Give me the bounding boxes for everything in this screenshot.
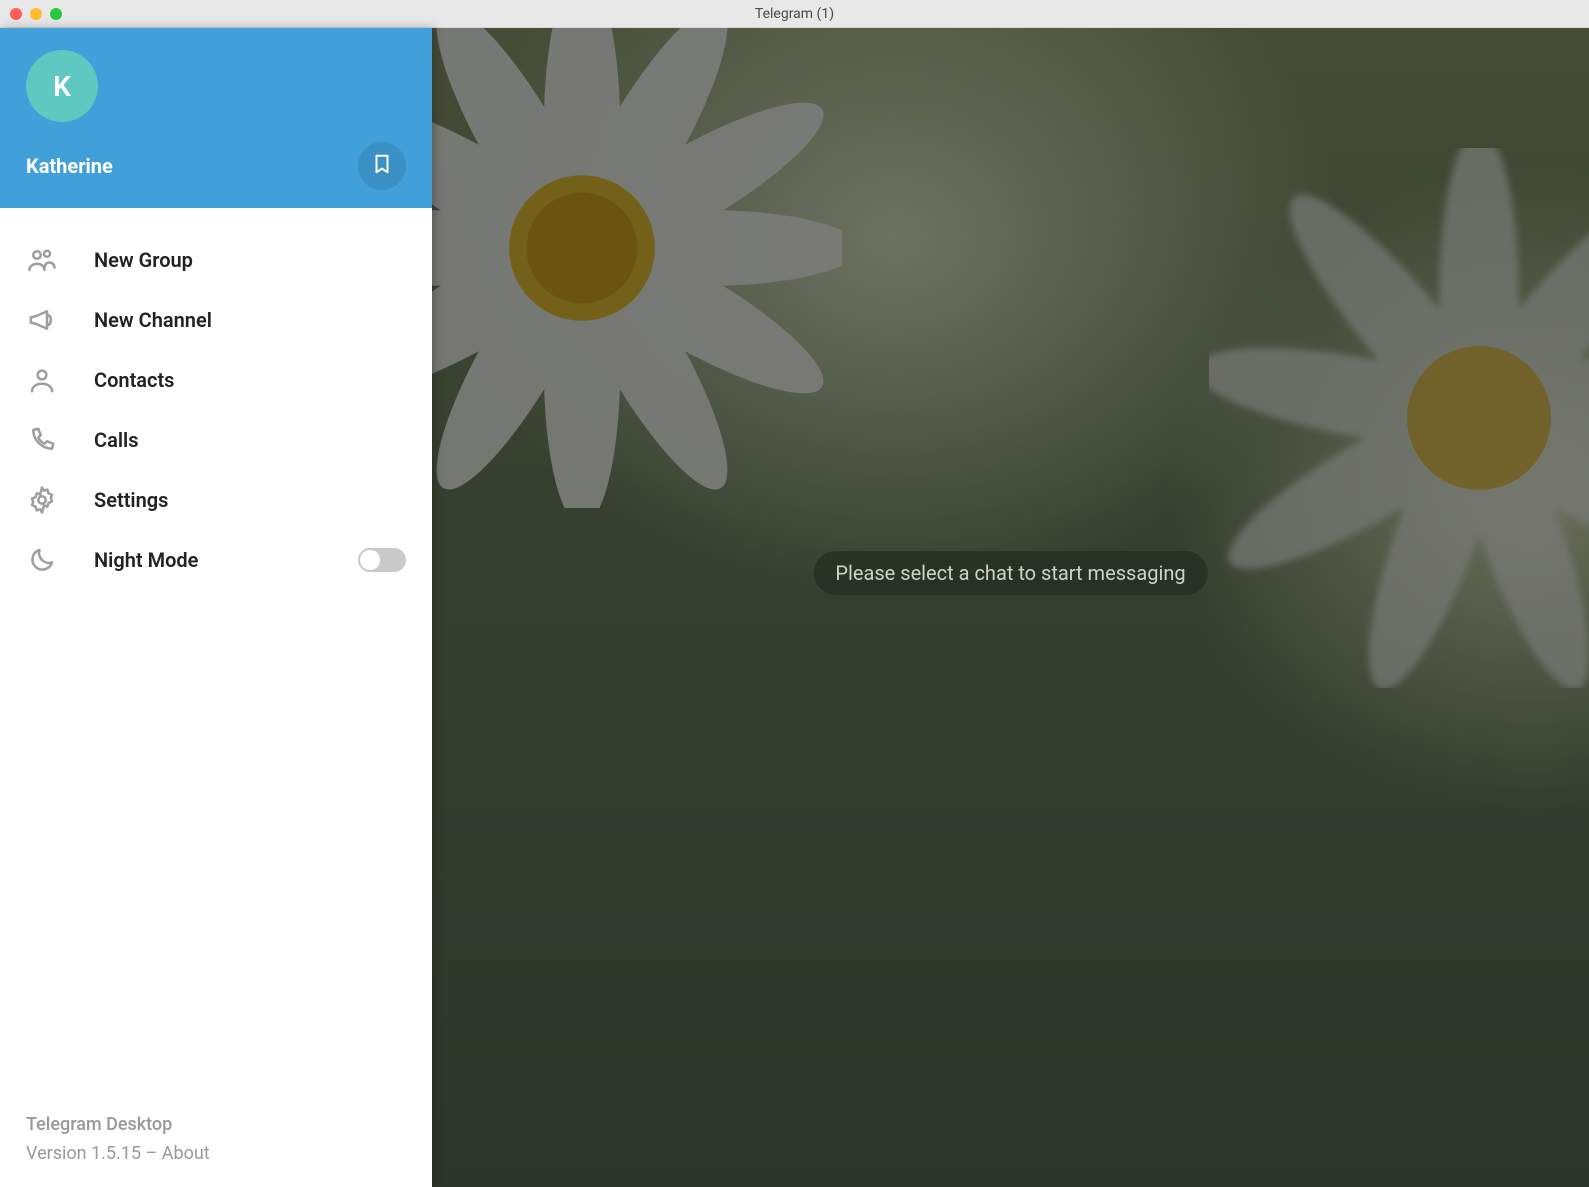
- minimize-window-button[interactable]: [30, 8, 42, 20]
- gear-icon: [26, 484, 58, 516]
- empty-chat-placeholder: Please select a chat to start messaging: [813, 551, 1207, 595]
- night-mode-toggle[interactable]: [358, 548, 406, 572]
- chat-area-dim-overlay: [432, 28, 1589, 1187]
- menu-label: Settings: [94, 488, 406, 512]
- menu-label: Calls: [94, 428, 406, 452]
- menu-item-new-channel[interactable]: New Channel: [0, 290, 432, 350]
- footer-version-line[interactable]: Version 1.5.15 – About: [26, 1140, 406, 1169]
- chat-area: Please select a chat to start messaging: [432, 28, 1589, 1187]
- app-body: K Katherine: [0, 28, 1589, 1187]
- maximize-window-button[interactable]: [50, 8, 62, 20]
- saved-messages-button[interactable]: [358, 142, 406, 190]
- window-controls: [0, 8, 62, 20]
- menu-label: New Channel: [94, 308, 406, 332]
- menu-item-contacts[interactable]: Contacts: [0, 350, 432, 410]
- avatar[interactable]: K: [26, 50, 98, 122]
- footer-app-name: Telegram Desktop: [26, 1111, 406, 1140]
- menu-item-night-mode[interactable]: Night Mode: [0, 530, 432, 590]
- profile-header: K Katherine: [0, 28, 432, 208]
- menu-label: New Group: [94, 248, 406, 272]
- menu-list: New Group New Channel: [0, 208, 432, 1093]
- window-title: Telegram (1): [0, 6, 1589, 22]
- bookmark-icon: [371, 153, 393, 179]
- megaphone-icon: [26, 304, 58, 336]
- menu-item-calls[interactable]: Calls: [0, 410, 432, 470]
- menu-label: Night Mode: [94, 548, 322, 572]
- username-label: Katherine: [26, 154, 113, 178]
- menu-label: Contacts: [94, 368, 406, 392]
- group-icon: [26, 244, 58, 276]
- titlebar: Telegram (1): [0, 0, 1589, 28]
- person-icon: [26, 364, 58, 396]
- menu-item-settings[interactable]: Settings: [0, 470, 432, 530]
- moon-icon: [26, 544, 58, 576]
- close-window-button[interactable]: [10, 8, 22, 20]
- sidebar-footer: Telegram Desktop Version 1.5.15 – About: [0, 1093, 432, 1187]
- phone-icon: [26, 424, 58, 456]
- avatar-initial: K: [53, 70, 71, 103]
- menu-item-new-group[interactable]: New Group: [0, 230, 432, 290]
- sidebar-drawer: K Katherine: [0, 28, 432, 1187]
